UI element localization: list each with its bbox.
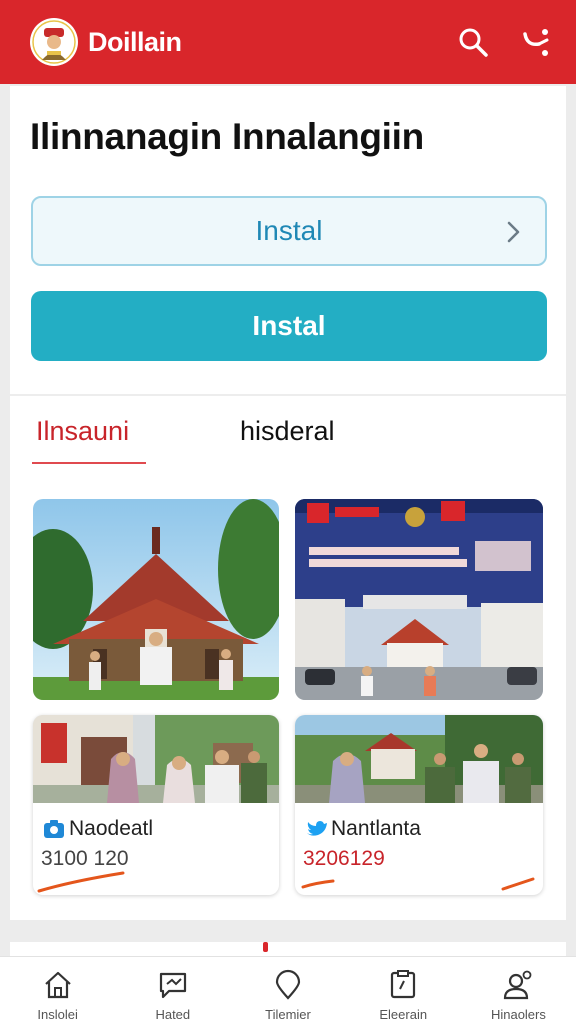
nav-label: Tilemier [265,1007,311,1022]
nav-label: Hated [155,1007,191,1022]
photo-tile-building[interactable] [33,499,279,700]
nav-item-chat[interactable]: Hated [115,957,230,1024]
home-icon [44,971,71,999]
app-title: Doillain [88,26,182,57]
page-title: Ilinnanagin Innalangiin [30,116,424,157]
scroll-indicator-strip [10,942,566,956]
app-logo[interactable] [30,18,78,66]
chevron-right-icon [507,221,520,243]
profile-icon [504,970,532,1000]
app-bar: Doillain [0,0,576,84]
tab-active[interactable]: Ilnsauni [36,416,129,447]
tab-active-underline [32,462,146,464]
post-card[interactable]: Naodeatl 3100 120 [33,715,279,895]
bottom-navigation: Inslolei Hated Tilemier Eleerain Hinaole… [0,956,576,1024]
bird-icon [307,821,327,836]
main-card: Ilinnanagin Innalangiin Instal Instal Il… [10,86,566,920]
search-icon[interactable] [456,25,490,59]
share-icon[interactable] [520,25,554,59]
install-outline-button[interactable]: Instal [31,196,547,266]
post-title: Naodeatl [69,817,154,840]
install-outline-label: Instal [255,215,323,246]
location-icon [275,969,301,1000]
post-title: Nantlanta [331,817,421,840]
chat-icon [159,972,186,999]
document-icon [391,970,416,999]
nav-item-document[interactable]: Eleerain [346,957,461,1024]
section-divider [10,394,566,396]
nav-item-profile[interactable]: Hinaolers [461,957,576,1024]
highlight-stroke [37,871,125,893]
nav-item-home[interactable]: Inslolei [0,957,115,1024]
nav-label: Hinaolers [490,1007,546,1022]
photo-tile-event[interactable] [295,499,543,700]
nav-item-location[interactable]: Tilemier [230,957,345,1024]
camera-icon [44,820,64,838]
post-card[interactable]: Nantlanta 3206129 [295,715,543,895]
tab-inactive[interactable]: hisderal [240,416,335,447]
nav-label: Inslolei [37,1007,78,1022]
scroll-indicator [263,942,268,952]
nav-label: Eleerain [379,1007,428,1022]
install-filled-label: Instal [252,310,326,341]
post-thumbnail [295,715,543,803]
post-thumbnail [33,715,279,803]
install-filled-button[interactable]: Instal [31,291,547,361]
highlight-stroke [301,877,535,891]
